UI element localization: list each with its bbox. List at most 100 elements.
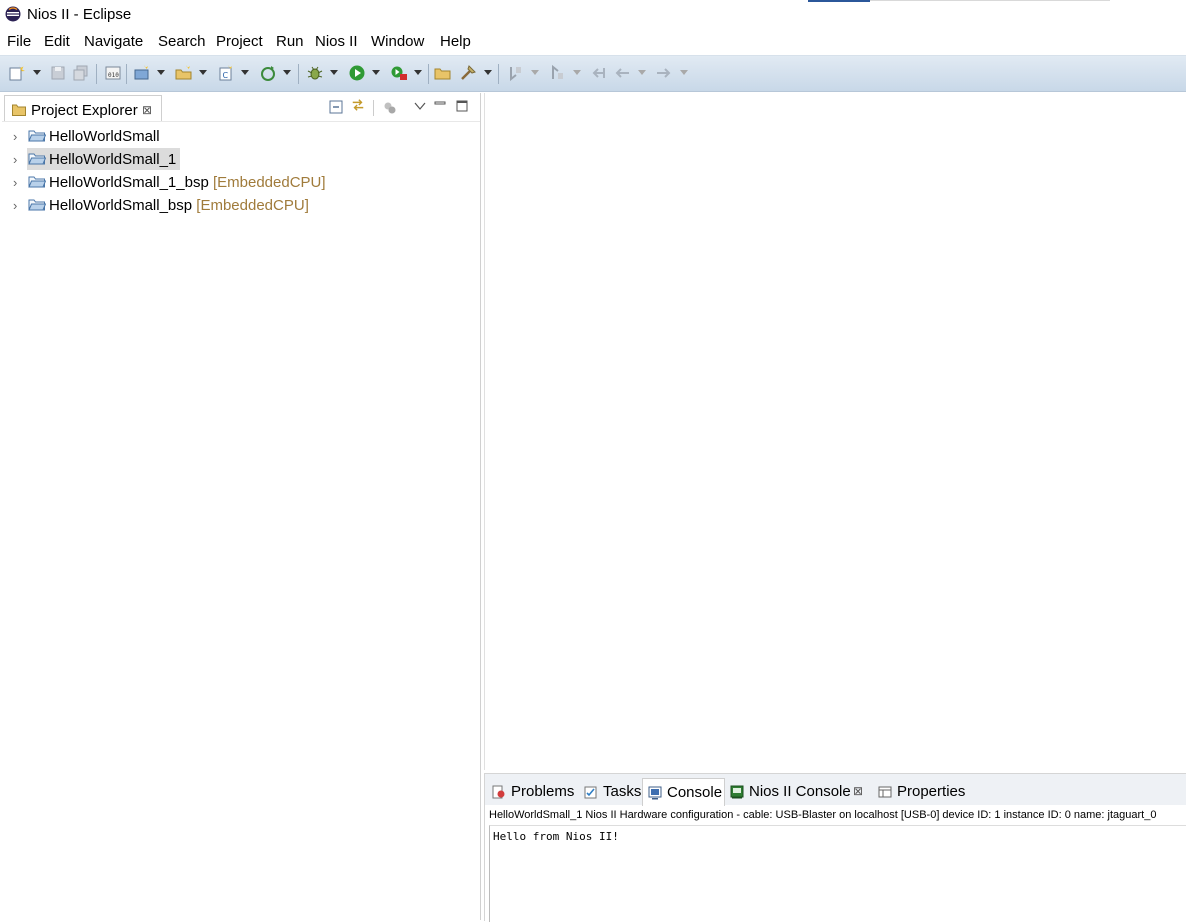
project-folder-icon (28, 130, 46, 142)
menu-search[interactable]: Search (158, 33, 206, 50)
next-annotation-icon[interactable] (506, 64, 524, 82)
console-panel: Problems Tasks Console Nios II Console ⊠… (484, 773, 1186, 922)
tree-item-helloworldsmall-1-bsp[interactable]: › HelloWorldSmall_1_bsp [EmbeddedCPU] (2, 171, 478, 193)
run-icon[interactable] (348, 64, 366, 82)
window-title: Nios II - Eclipse (27, 6, 132, 23)
eclipse-icon (5, 6, 21, 22)
new-wizard-icon[interactable] (8, 64, 26, 82)
back-icon[interactable] (613, 64, 631, 82)
svg-text:C: C (223, 71, 229, 80)
collapse-all-icon[interactable] (329, 100, 343, 114)
toolbar-separator (428, 64, 429, 84)
menu-nios-ii[interactable]: Nios II (315, 33, 358, 50)
project-folder-icon (28, 176, 46, 188)
tab-label: Nios II Console (749, 783, 851, 800)
console-output-line: Hello from Nios II! (493, 830, 619, 843)
tab-console[interactable]: Console (642, 778, 725, 806)
link-with-editor-icon[interactable] (351, 98, 365, 112)
tab-tasks[interactable]: Tasks (579, 778, 642, 805)
view-menu-icon[interactable] (413, 99, 427, 113)
tasks-icon (584, 786, 597, 799)
menu-project[interactable]: Project (216, 33, 263, 50)
external-tools-icon[interactable] (390, 64, 408, 82)
menu-edit[interactable]: Edit (44, 33, 70, 50)
menu-file[interactable]: File (7, 33, 31, 50)
main-toolbar: 010 C (0, 55, 1186, 92)
properties-icon (878, 786, 892, 798)
refresh-dropdown[interactable] (283, 70, 291, 75)
debug-dropdown[interactable] (330, 70, 338, 75)
refresh-icon[interactable] (259, 64, 277, 82)
build-icon[interactable] (459, 64, 477, 82)
tab-properties[interactable]: Properties (873, 778, 967, 805)
menu-help[interactable]: Help (440, 33, 471, 50)
bottom-tab-bar: Problems Tasks Console Nios II Console ⊠… (485, 774, 1186, 806)
forward-icon[interactable] (655, 64, 673, 82)
tree-item-label: HelloWorldSmall_1_bsp [EmbeddedCPU] (49, 174, 326, 191)
previous-annotation-dropdown[interactable] (573, 70, 581, 75)
toolbar-separator (126, 64, 127, 84)
tab-nios-ii-console[interactable]: Nios II Console ⊠ (725, 778, 871, 805)
tab-label: Tasks (603, 783, 642, 800)
tab-project-explorer[interactable]: Project Explorer ⊠ (4, 95, 162, 122)
next-annotation-dropdown[interactable] (531, 70, 539, 75)
minimize-icon[interactable] (433, 97, 447, 111)
nios-console-icon (730, 785, 744, 799)
tree-item-decoration: [EmbeddedCPU] (212, 174, 326, 191)
tree-item-label: HelloWorldSmall (49, 128, 160, 145)
tree-item-helloworldsmall-1[interactable]: › HelloWorldSmall_1 (2, 148, 478, 170)
new-class-icon[interactable]: C (217, 64, 235, 82)
editor-area[interactable] (484, 93, 1186, 770)
project-explorer-icon (12, 104, 26, 116)
tree-item-label: HelloWorldSmall_bsp [EmbeddedCPU] (49, 197, 309, 214)
close-icon[interactable]: ⊠ (142, 103, 152, 117)
chevron-right-icon[interactable]: › (13, 175, 17, 190)
build-dropdown[interactable] (484, 70, 492, 75)
tab-problems[interactable]: Problems (487, 778, 575, 805)
save-icon[interactable] (49, 64, 67, 82)
project-explorer-panel: Project Explorer ⊠ › HelloWorldSmall › H… (2, 93, 481, 920)
run-dropdown[interactable] (372, 70, 380, 75)
problems-icon (492, 785, 505, 799)
panel-divider (2, 121, 480, 122)
chevron-right-icon[interactable]: › (13, 198, 17, 213)
close-icon[interactable]: ⊠ (853, 784, 863, 798)
menu-bar: File Edit Navigate Search Project Run Ni… (0, 30, 1186, 54)
chevron-right-icon[interactable]: › (13, 129, 17, 144)
toolbar-separator (298, 64, 299, 84)
new-project-dropdown[interactable] (157, 70, 165, 75)
tree-item-helloworldsmall[interactable]: › HelloWorldSmall (2, 125, 478, 147)
console-output[interactable]: Hello from Nios II! (489, 825, 1186, 922)
title-accent-bar (808, 0, 870, 2)
tab-label: Properties (897, 783, 966, 800)
filter-icon[interactable] (383, 101, 397, 115)
debug-icon[interactable] (306, 64, 324, 82)
new-folder-icon[interactable] (175, 64, 193, 82)
title-bar: Nios II - Eclipse (0, 0, 1186, 30)
back-dropdown[interactable] (638, 70, 646, 75)
new-project-icon[interactable] (133, 64, 151, 82)
new-class-dropdown[interactable] (241, 70, 249, 75)
new-wizard-dropdown[interactable] (33, 70, 41, 75)
project-folder-icon (28, 199, 46, 211)
chevron-right-icon[interactable]: › (13, 152, 17, 167)
binary-icon[interactable]: 010 (104, 64, 122, 82)
external-tools-dropdown[interactable] (414, 70, 422, 75)
tree-item-label: HelloWorldSmall_1 (49, 151, 177, 168)
new-folder-dropdown[interactable] (199, 70, 207, 75)
menu-navigate[interactable]: Navigate (84, 33, 143, 50)
maximize-icon[interactable] (455, 99, 469, 113)
menu-window[interactable]: Window (371, 33, 424, 50)
view-toolbar-separator (373, 100, 374, 116)
save-all-icon[interactable] (72, 64, 90, 82)
menu-run[interactable]: Run (276, 33, 304, 50)
console-icon (648, 786, 662, 800)
tree-item-helloworldsmall-bsp[interactable]: › HelloWorldSmall_bsp [EmbeddedCPU] (2, 194, 478, 216)
tab-label: Console (667, 784, 723, 801)
last-edit-icon[interactable] (590, 64, 608, 82)
tree-item-decoration: [EmbeddedCPU] (196, 197, 309, 214)
forward-dropdown[interactable] (680, 70, 688, 75)
project-folder-icon (28, 153, 46, 165)
previous-annotation-icon[interactable] (548, 64, 566, 82)
open-icon[interactable] (434, 64, 452, 82)
